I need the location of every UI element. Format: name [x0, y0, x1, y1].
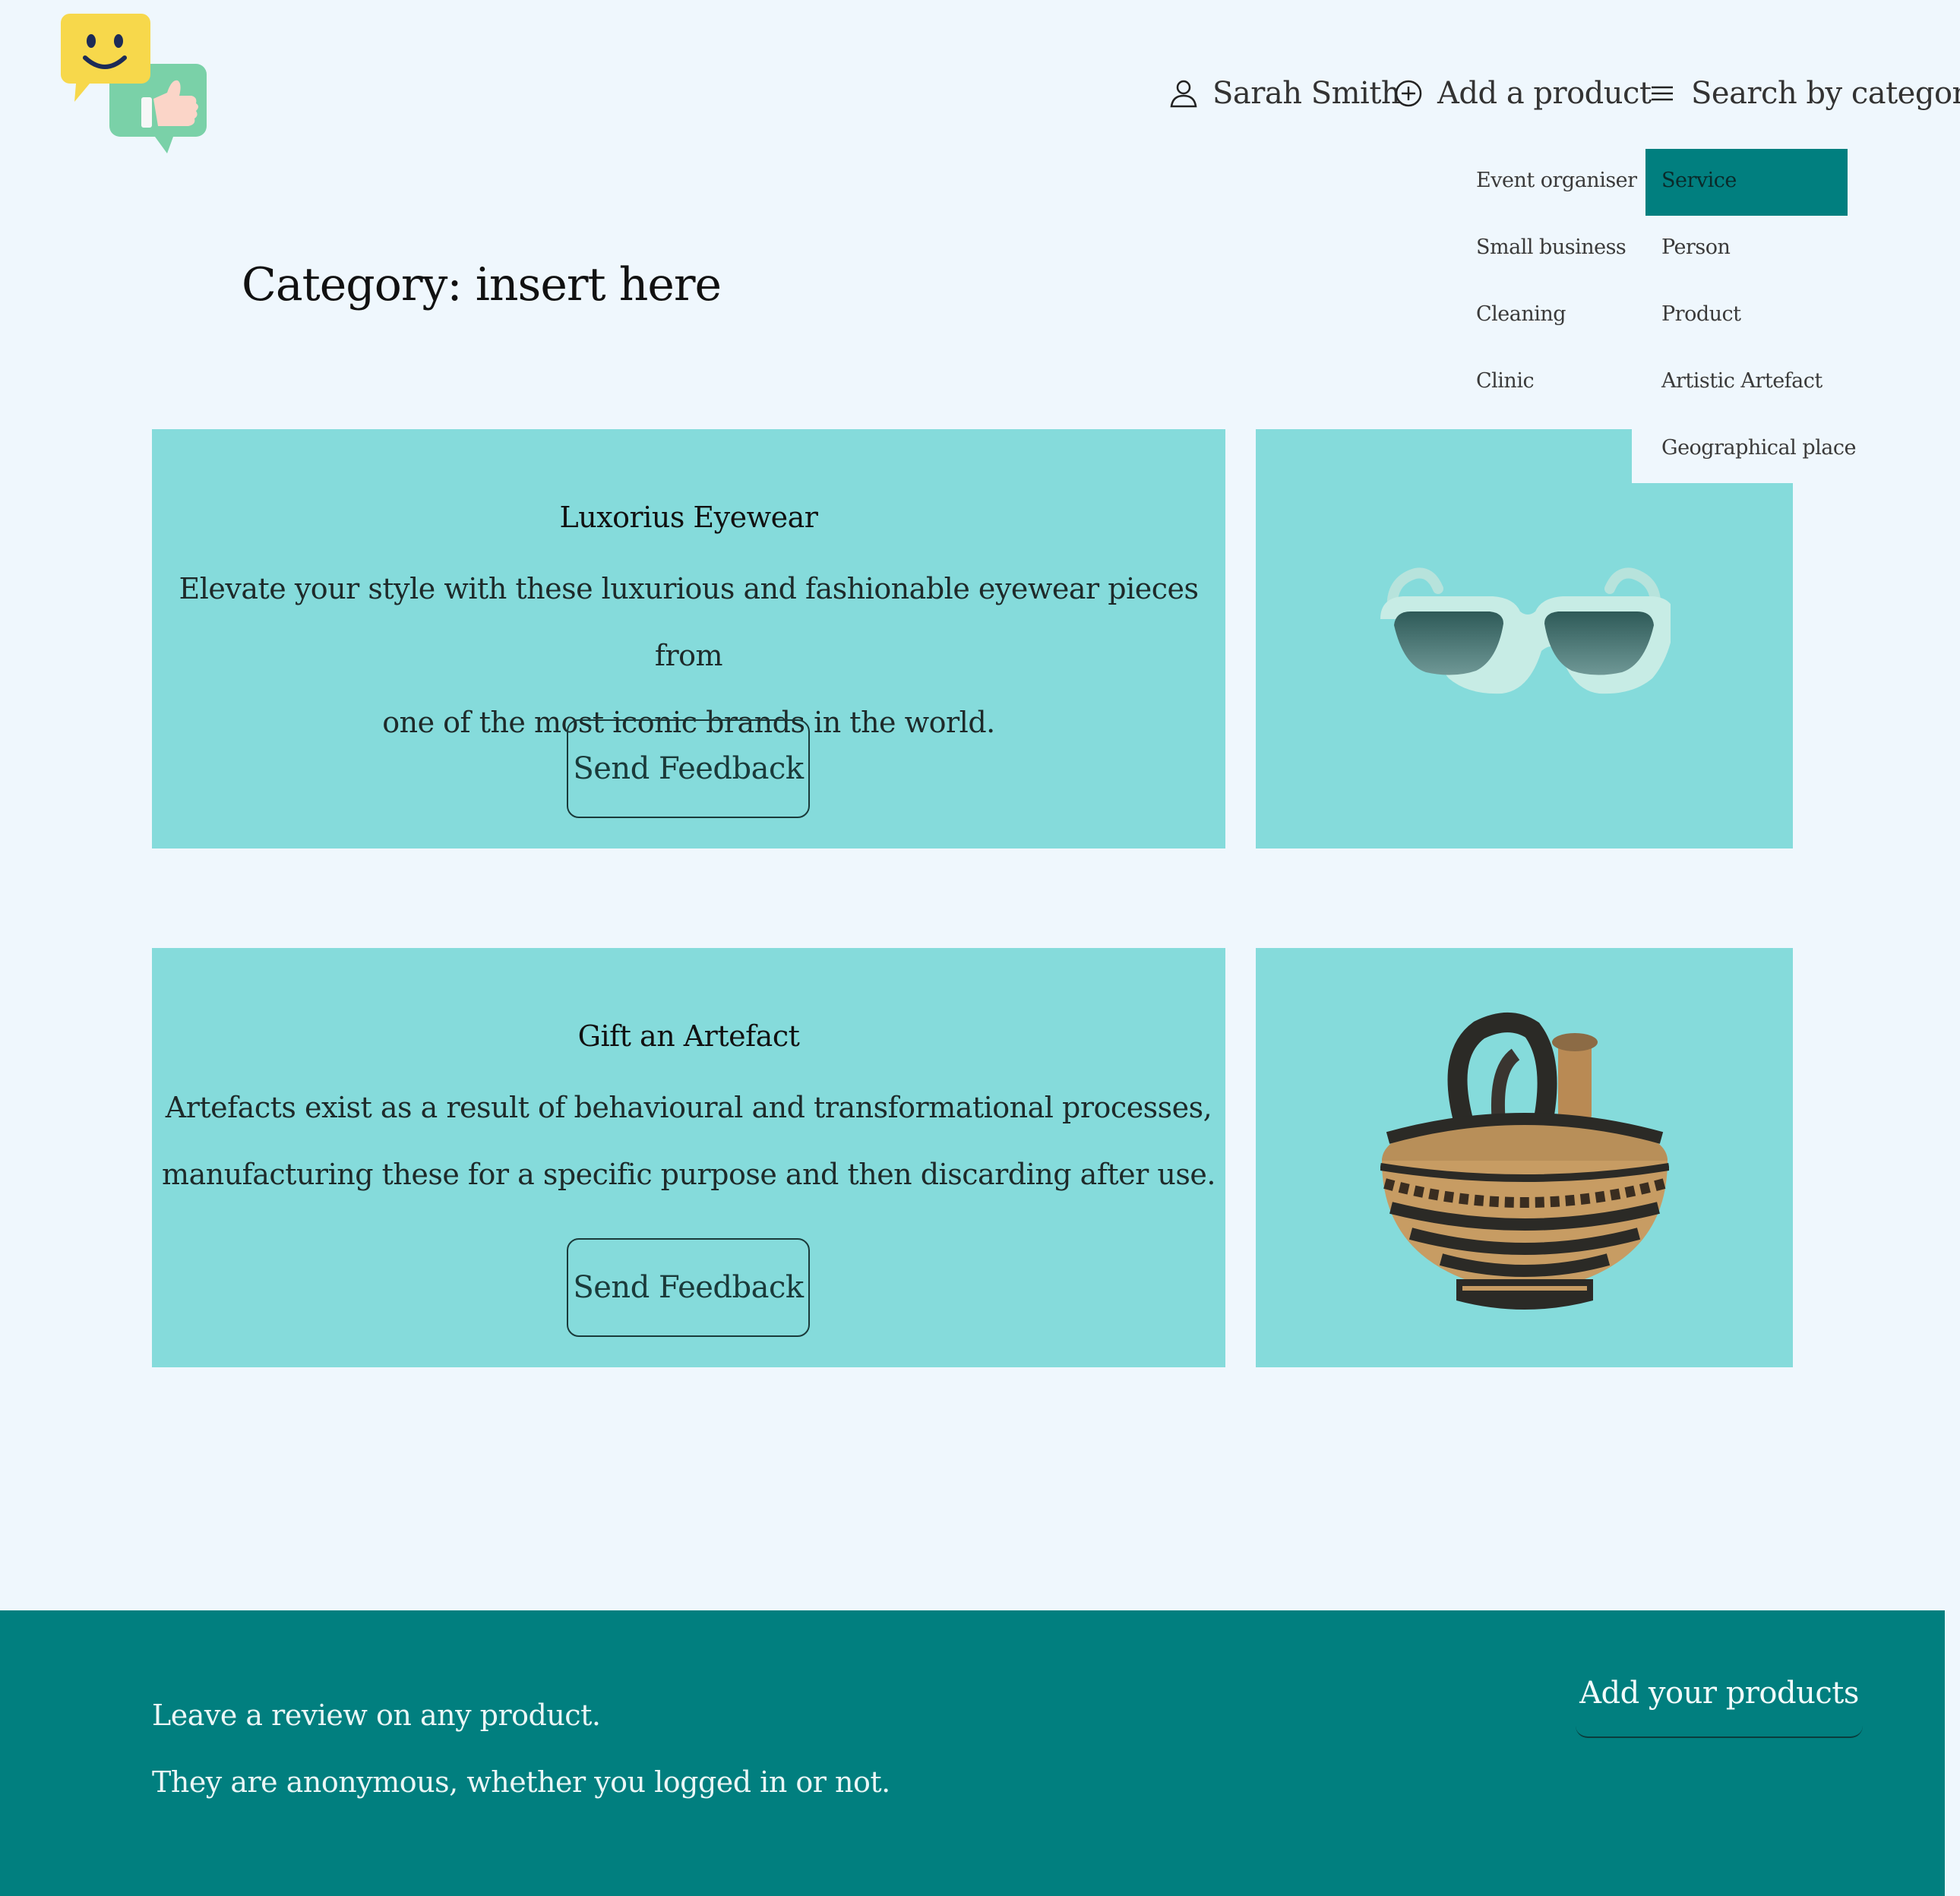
category-cleaning[interactable]: Cleaning [1476, 302, 1566, 326]
category-artistic-artefact[interactable]: Artistic Artefact [1661, 369, 1822, 393]
category-product[interactable]: Product [1661, 302, 1741, 326]
product-description-line: Elevate your style with these luxurious … [179, 572, 1199, 672]
site-logo[interactable] [59, 14, 216, 166]
send-feedback-button[interactable]: Send Feedback [567, 1238, 810, 1337]
nav-add-product[interactable]: Add a product [1393, 76, 1652, 111]
category-event-organiser[interactable]: Event organiser [1476, 169, 1637, 192]
nav-add-product-label: Add a product [1437, 76, 1652, 111]
send-feedback-button[interactable]: Send Feedback [567, 719, 810, 818]
add-your-products-button[interactable]: Add your products [1576, 1650, 1863, 1738]
product-card-text: Gift an Artefact Artefacts exist as a re… [152, 948, 1225, 1367]
nav-search-category[interactable]: Search by category [1647, 76, 1960, 111]
category-person[interactable]: Person [1661, 235, 1731, 259]
product-title: Gift an Artefact [577, 1019, 800, 1053]
product-description-line: Artefacts exist as a result of behaviour… [165, 1091, 1212, 1124]
sunglasses-image [1380, 567, 1671, 694]
user-icon [1170, 80, 1197, 108]
category-small-business[interactable]: Small business [1476, 235, 1626, 259]
category-geographical-place-overlay[interactable]: Geographical place [1661, 436, 1856, 460]
product-image-card [1256, 948, 1793, 1367]
category-service[interactable]: Service [1661, 169, 1737, 192]
plus-circle-icon [1395, 80, 1422, 107]
product-image-card [1256, 429, 1793, 848]
footer-text-line: They are anonymous, whether you logged i… [152, 1765, 890, 1799]
product-card-text: Luxorius Eyewear Elevate your style with… [152, 429, 1225, 848]
nav-search-category-label: Search by category [1691, 76, 1960, 111]
footer-text-line: Leave a review on any product. [152, 1698, 601, 1732]
product-title: Luxorius Eyewear [559, 501, 818, 534]
vase-image [1380, 1013, 1669, 1310]
product-description-line: manufacturing these for a specific purpo… [162, 1158, 1216, 1191]
menu-icon [1652, 86, 1673, 101]
nav-user[interactable]: Sarah Smith [1168, 76, 1401, 111]
page-title: Category: insert here [242, 258, 722, 311]
nav-user-name: Sarah Smith [1212, 76, 1401, 111]
category-clinic[interactable]: Clinic [1476, 369, 1535, 393]
